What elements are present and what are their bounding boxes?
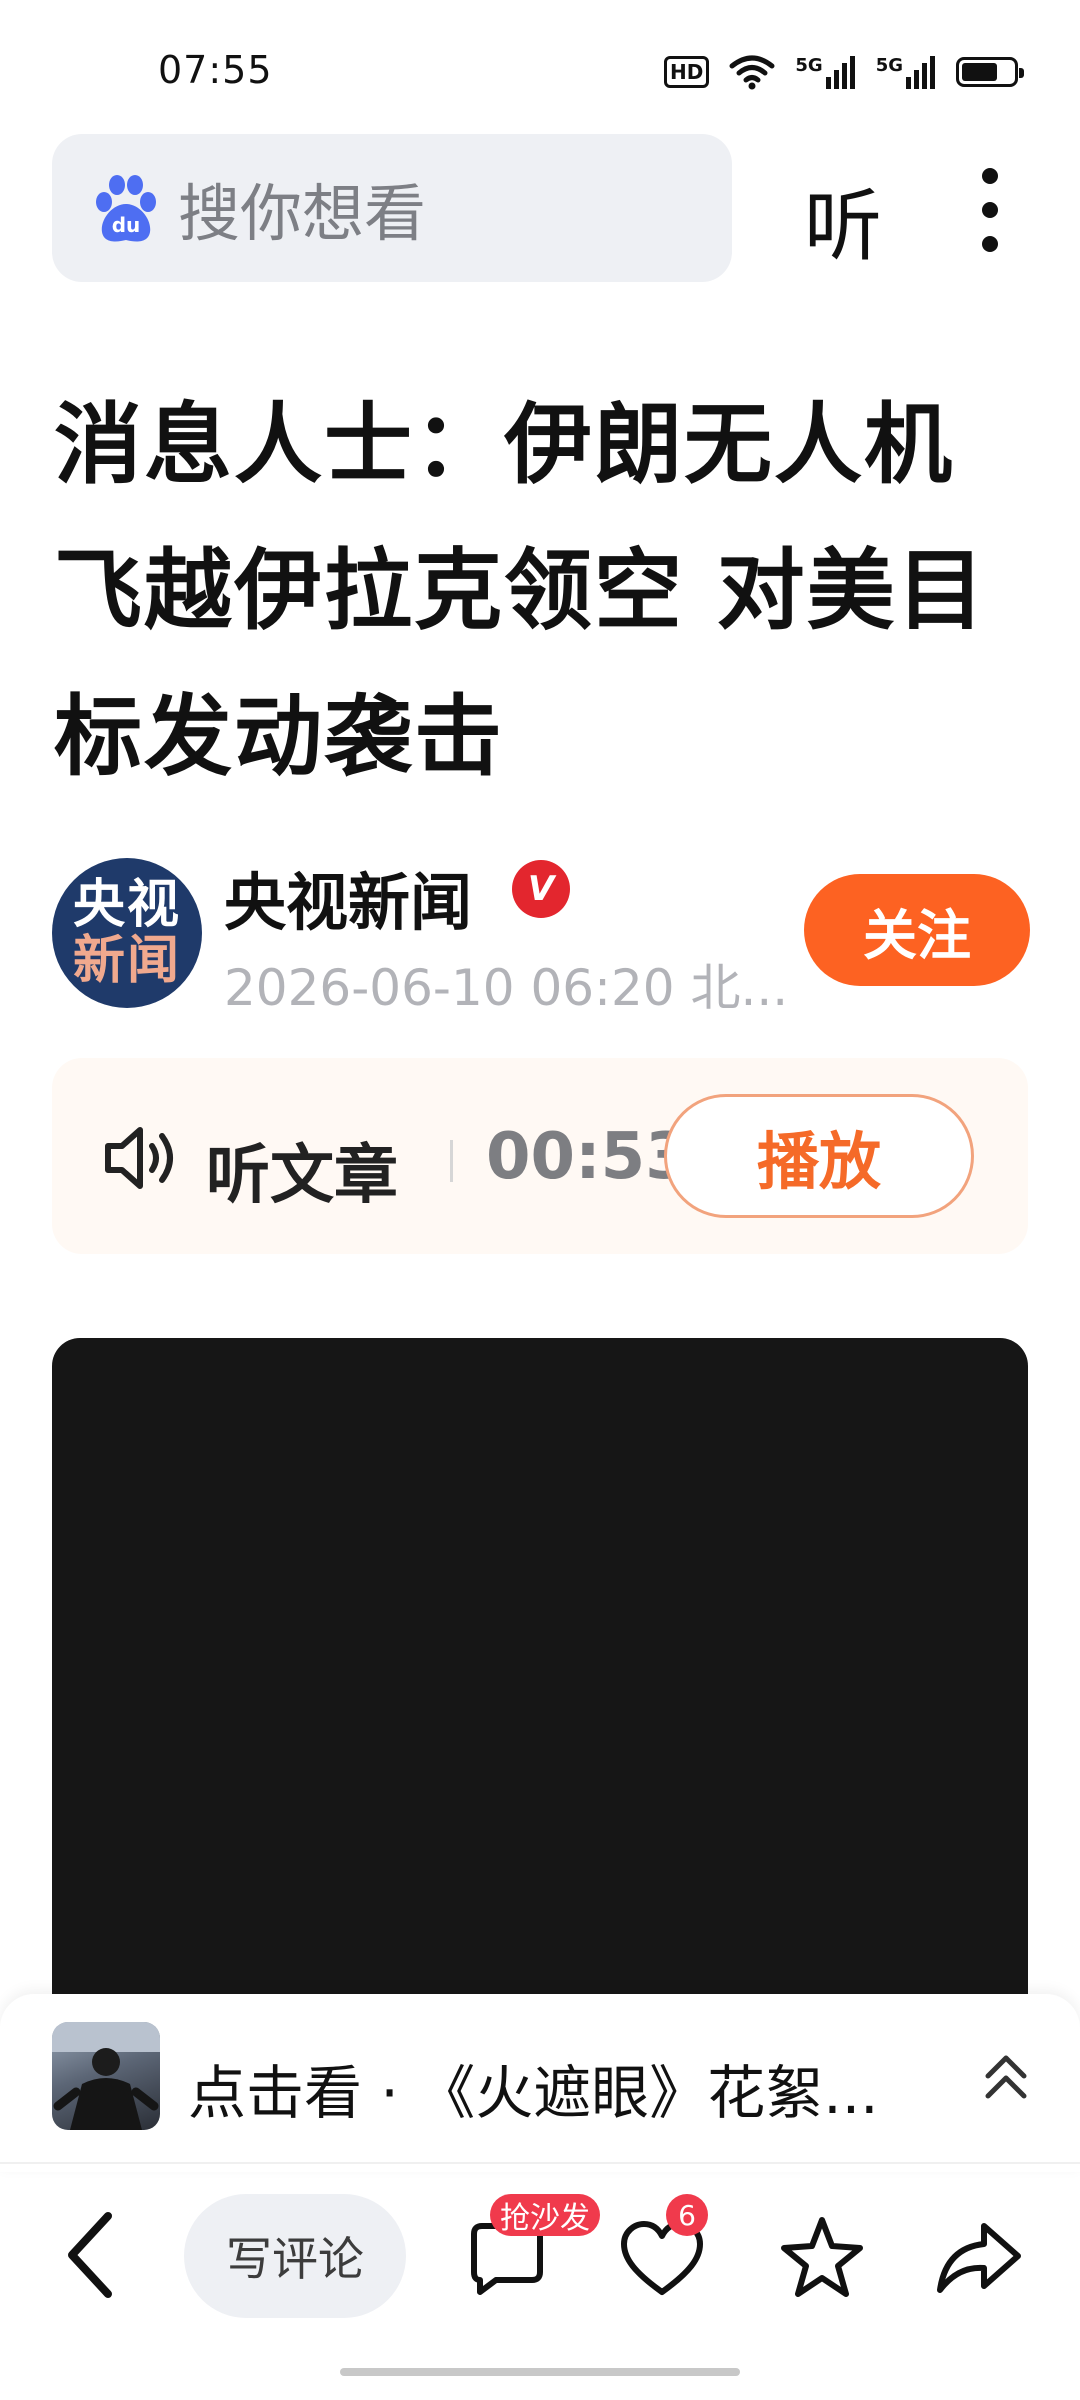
wifi-icon: [729, 55, 775, 90]
promo-text[interactable]: 点击看 · 《火遮眼》花絮...: [188, 2046, 948, 2130]
avatar-text-line2: 新闻: [72, 931, 181, 991]
search-placeholder: 搜你想看: [178, 177, 427, 250]
sofa-badge: 抢沙发: [490, 2194, 600, 2236]
separator: [450, 1140, 453, 1182]
verified-icon: V: [512, 860, 570, 918]
article-title: 消息人士：伊朗无人机飞越伊拉克领空 对美目标发动袭击: [54, 393, 987, 788]
search-bar[interactable]: du 搜你想看: [52, 134, 732, 282]
home-indicator[interactable]: [340, 2368, 740, 2376]
follow-button[interactable]: 关注: [804, 874, 1030, 986]
person-figure-icon: [52, 2022, 160, 2130]
star-icon[interactable]: [776, 2212, 868, 2304]
listen-article-label: 听文章: [206, 1139, 398, 1213]
status-time: 07:55: [158, 48, 273, 92]
promo-thumbnail[interactable]: [52, 2022, 160, 2130]
hd-icon: HD: [664, 56, 710, 88]
more-icon[interactable]: [978, 168, 1002, 252]
video-player[interactable]: [52, 1338, 1028, 2010]
listen-button[interactable]: 听: [804, 164, 882, 276]
verified-mark: V: [527, 869, 555, 909]
audio-duration: 00:53: [486, 1120, 690, 1194]
divider: [0, 2162, 1080, 2164]
baidu-paw-logo: du: [96, 175, 156, 242]
battery-icon: [956, 57, 1024, 87]
play-button[interactable]: 播放: [664, 1094, 974, 1218]
author-name[interactable]: 央视新闻: [224, 852, 472, 942]
status-icons: HD 5G 5G: [664, 52, 1024, 92]
signal-5g-icon: 5G: [876, 55, 936, 89]
publish-meta: 2026-06-10 06:20 北...: [224, 959, 789, 1017]
battery-level: [962, 63, 997, 81]
signal-5g-icon: 5G: [795, 55, 855, 89]
share-icon[interactable]: [932, 2212, 1024, 2304]
chevron-up-icon[interactable]: [982, 2050, 1030, 2104]
write-comment-button[interactable]: 写评论: [184, 2194, 406, 2318]
like-count-badge: 6: [666, 2194, 708, 2236]
speaker-icon: [105, 1127, 173, 1189]
avatar-text-line1: 央视: [72, 875, 181, 935]
back-arrow-icon[interactable]: [58, 2208, 128, 2302]
author-avatar[interactable]: 央视 新闻: [52, 858, 202, 1008]
baidu-logo-text: du: [112, 213, 141, 237]
